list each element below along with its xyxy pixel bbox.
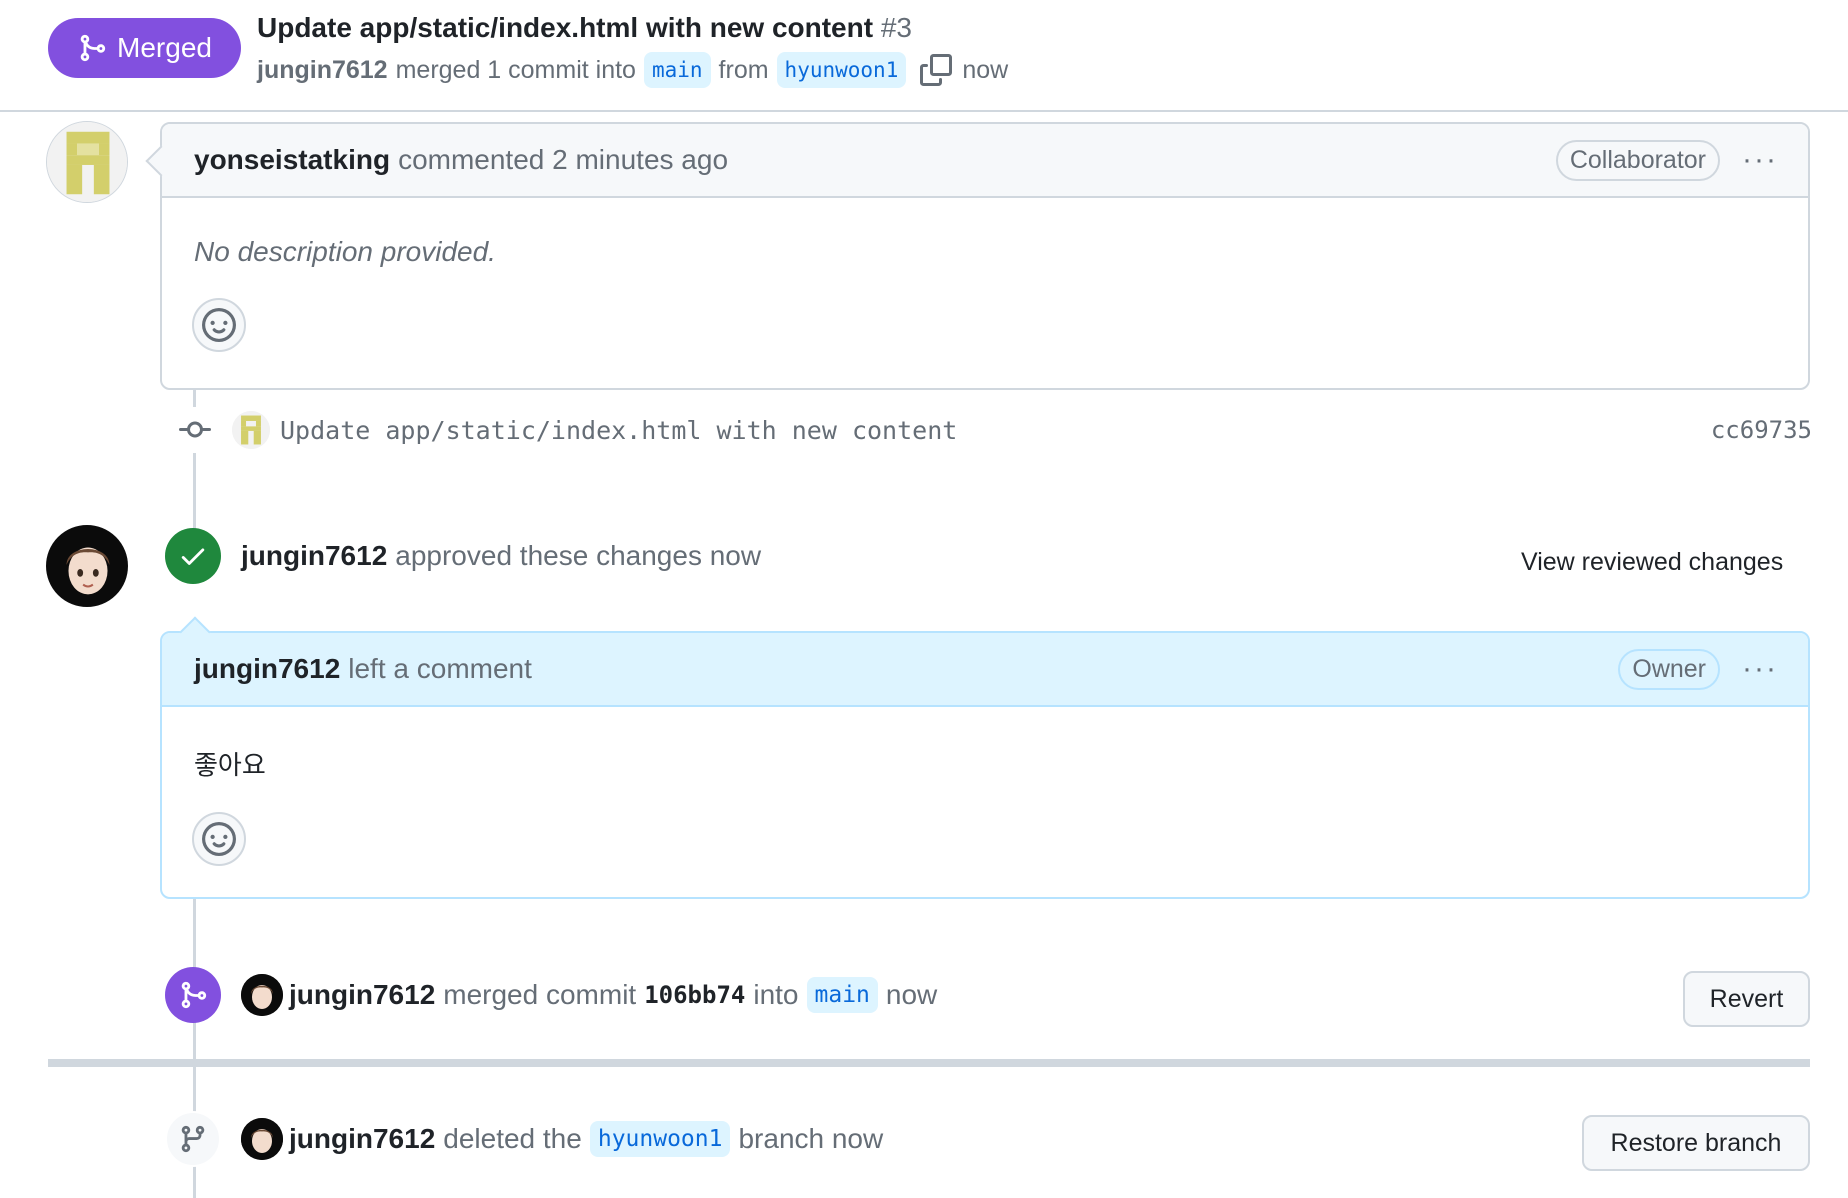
head-branch-link[interactable]: hyunwoon1 (776, 52, 907, 88)
collaborator-badge: Collaborator (1555, 139, 1721, 181)
merger-link[interactable]: jungin7612 (289, 979, 435, 1011)
smiley-icon (202, 308, 236, 342)
delete-suffix: branch now (738, 1123, 884, 1154)
into-word: into (753, 979, 799, 1010)
git-branch-icon (165, 1111, 221, 1167)
pr-header: Merged Update app/static/index.html with… (0, 0, 1848, 112)
pr-title-text: Update app/static/index.html with new co… (257, 12, 874, 43)
merge-time: now (885, 979, 938, 1010)
revert-button[interactable]: Revert (1683, 971, 1810, 1027)
pr-description-comment: yonseistatking commented 2 minutes ago C… (145, 122, 1810, 390)
reviewer-link[interactable]: jungin7612 (241, 540, 387, 572)
copy-icon[interactable] (920, 54, 953, 86)
git-merge-icon (165, 967, 221, 1023)
add-reaction-button[interactable] (192, 812, 246, 866)
merged-status-badge: Merged (48, 18, 241, 78)
user-avatar-image (241, 974, 283, 1016)
merge-action: merged commit (443, 979, 637, 1010)
restore-branch-button[interactable]: Restore branch (1582, 1115, 1810, 1171)
comment-author-link[interactable]: jungin7612 (194, 653, 340, 685)
merge-commit-sha-link[interactable]: 106bb74 (644, 981, 745, 1009)
merge-target-branch[interactable]: main (806, 977, 878, 1013)
review-comment: jungin7612 left a comment Owner ··· 좋아요 (160, 616, 1810, 899)
deleted-branch-name: hyunwoon1 (589, 1121, 731, 1157)
git-merge-icon (80, 34, 106, 62)
delete-action: deleted the (443, 1123, 582, 1154)
smiley-icon (202, 822, 236, 856)
review-event: jungin7612 approved these changes now (165, 528, 761, 584)
deleter-link[interactable]: jungin7612 (289, 1123, 435, 1155)
view-reviewed-changes-link[interactable]: View reviewed changes (1521, 548, 1783, 577)
comment-action: left a comment (348, 653, 532, 684)
owner-badge: Owner (1618, 648, 1721, 690)
deleter-avatar[interactable] (241, 1118, 283, 1160)
identicon-avatar (47, 122, 127, 202)
branch-deleted-event: jungin7612 deleted the hyunwoon1 branch … (165, 1111, 883, 1167)
comment-header: yonseistatking commented 2 minutes ago C… (162, 124, 1808, 198)
comment-header: jungin7612 left a comment Owner ··· (162, 633, 1808, 707)
merger-avatar[interactable] (241, 974, 283, 1016)
comment-action: commented 2 minutes ago (398, 144, 729, 175)
comment-body: No description provided. (162, 198, 1808, 352)
avatar-jungin7612[interactable] (46, 525, 128, 607)
user-avatar-image (241, 1118, 283, 1160)
pr-merge-action: merged 1 commit into (395, 55, 636, 84)
user-avatar-image (47, 526, 127, 606)
comment-options-button[interactable]: ··· (1742, 654, 1778, 684)
comment-author-link[interactable]: yonseistatking (194, 144, 390, 176)
add-reaction-button[interactable] (192, 298, 246, 352)
pr-merge-time: now (962, 55, 1009, 84)
pr-number: #3 (880, 12, 912, 43)
base-branch-link[interactable]: main (643, 52, 711, 88)
review-action: approved these changes now (395, 540, 762, 571)
from-word: from (718, 55, 769, 84)
git-commit-icon (172, 407, 218, 453)
commit-list-item: Update app/static/index.html with new co… (172, 405, 1812, 455)
pr-author-link[interactable]: jungin7612 (257, 56, 388, 85)
avatar-yonseistatking[interactable] (46, 121, 128, 203)
merge-event: jungin7612 merged commit 106bb74 into ma… (165, 967, 937, 1023)
comment-body-text: 좋아요 (194, 751, 266, 781)
approved-check-icon (165, 528, 221, 584)
pr-meta: jungin7612 merged 1 commit into main fro… (257, 52, 1008, 88)
identicon-avatar (232, 411, 270, 449)
merged-status-label: Merged (117, 32, 212, 63)
comment-body-text: No description provided. (194, 236, 496, 267)
commit-author-avatar[interactable] (232, 411, 270, 449)
commit-sha-link[interactable]: cc69735 (1711, 416, 1812, 444)
merged-divider (48, 1059, 1810, 1067)
comment-options-button[interactable]: ··· (1742, 145, 1778, 175)
pr-title: Update app/static/index.html with new co… (257, 12, 912, 44)
comment-body: 좋아요 (162, 707, 1808, 866)
commit-message-link[interactable]: Update app/static/index.html with new co… (280, 416, 1711, 445)
